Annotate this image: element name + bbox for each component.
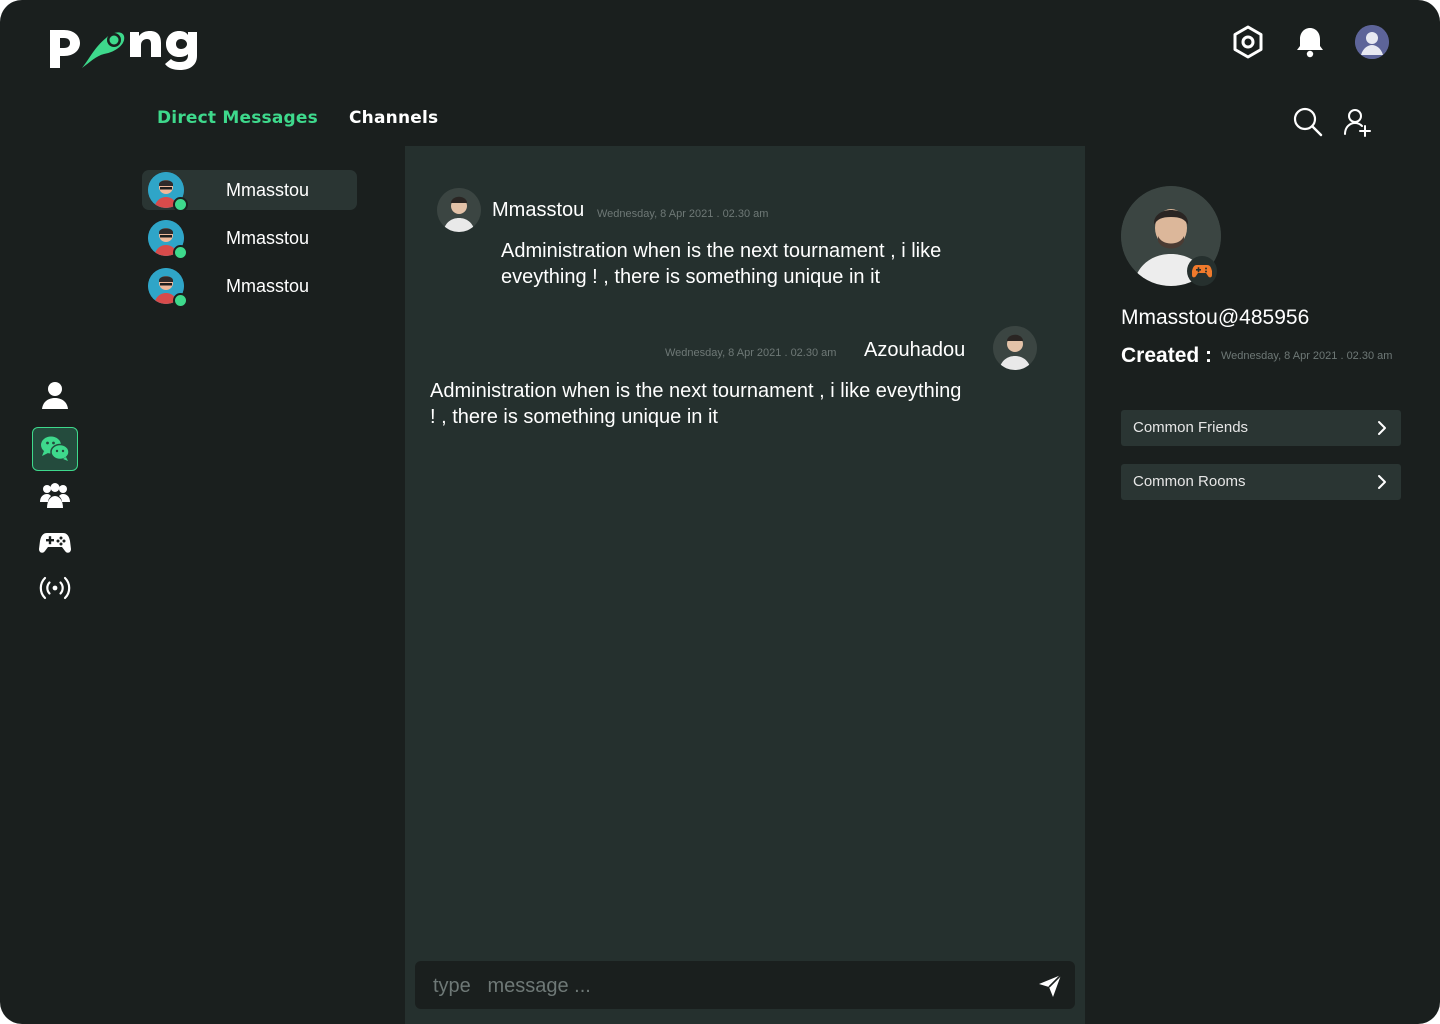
online-status-dot [173,245,188,260]
bell-icon[interactable] [1292,24,1328,60]
message-input[interactable] [431,961,1015,1011]
group-nav-icon[interactable] [32,474,78,518]
tab-channels[interactable]: Channels [349,108,438,128]
pong-logo[interactable] [44,18,214,74]
conversation-name: Mmasstou [226,276,310,296]
profile-nav-icon[interactable] [32,373,78,417]
message-text-line: ! , there is something unique in it [430,406,718,428]
tab-direct-messages[interactable]: Direct Messages [157,108,318,128]
send-icon[interactable] [1035,971,1065,1001]
chevron-right-icon [1377,474,1387,495]
message-text: Administration when is the next tourname… [501,238,941,290]
settings-icon[interactable] [1230,24,1266,60]
add-user-icon[interactable] [1339,104,1375,140]
online-status-dot [173,197,188,212]
message-avatar [437,188,481,232]
message-timestamp: Wednesday, 8 Apr 2021 . 02.30 am [597,208,769,220]
conversation-name: Mmasstou [226,228,310,248]
message-timestamp: Wednesday, 8 Apr 2021 . 02.30 am [665,347,837,359]
app-window: Direct Messages Channels Mmasstou Mmasst… [0,0,1440,1024]
chevron-right-icon [1377,420,1387,441]
common-rooms-button[interactable]: Common Rooms [1121,464,1401,500]
conversation-item[interactable]: Mmasstou [142,170,357,212]
search-icon[interactable] [1290,104,1326,140]
created-label: Created : [1121,344,1213,367]
broadcast-nav-icon[interactable] [32,566,78,610]
gamepad-nav-icon[interactable] [32,520,78,564]
common-friends-label: Common Friends [1133,419,1249,436]
message-sender: Azouhadou [864,339,966,361]
message-avatar [993,326,1037,370]
gamepad-badge-icon [1187,256,1217,286]
chat-panel: Mmasstou Wednesday, 8 Apr 2021 . 02.30 a… [405,146,1085,1024]
conversation-item[interactable]: Mmasstou [142,266,357,308]
online-status-dot [173,293,188,308]
created-time: Wednesday, 8 Apr 2021 . 02.30 am [1221,350,1393,362]
chat-nav-icon[interactable] [32,427,78,471]
message-text-line: Administration when is the next tourname… [501,240,942,262]
message-text: Administration when is the next tourname… [430,378,961,430]
conversation-name: Mmasstou [226,180,310,200]
common-rooms-label: Common Rooms [1133,473,1246,490]
message-sender: Mmasstou [492,199,585,221]
common-friends-button[interactable]: Common Friends [1121,410,1401,446]
message-text-line: Administration when is the next tourname… [430,380,962,402]
profile-username: Mmasstou@485956 [1121,306,1310,329]
user-avatar[interactable] [1355,25,1389,59]
conversation-item[interactable]: Mmasstou [142,218,357,260]
message-composer [415,961,1075,1011]
message-text-line: eveything ! , there is something unique … [501,266,881,288]
